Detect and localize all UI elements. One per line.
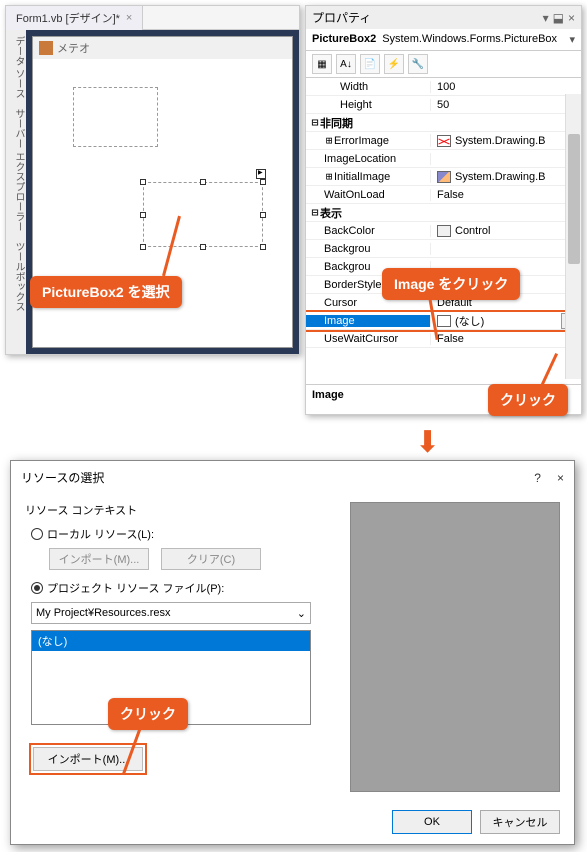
resize-handle[interactable]	[140, 212, 146, 218]
preview-area	[350, 502, 560, 792]
context-label: リソース コンテキスト	[25, 502, 336, 518]
resize-handle[interactable]	[200, 179, 206, 185]
properties-panel: プロパティ ▾ ⬓ × PictureBox2 System.Windows.F…	[305, 5, 582, 415]
prop-row: ⊞InitialImageSystem.Drawing.B	[306, 168, 581, 186]
events-icon[interactable]: ⚡	[384, 54, 404, 74]
resource-select-dialog: リソースの選択 ? × リソース コンテキスト ローカル リソース(L): イン…	[10, 460, 575, 845]
categorized-icon[interactable]: ▦	[312, 54, 332, 74]
callout-picturebox2: PictureBox2 を選択	[30, 276, 182, 308]
form-title-text: メテオ	[57, 40, 90, 56]
resize-handle[interactable]	[140, 179, 146, 185]
props-titlebar: プロパティ ▾ ⬓ ×	[306, 6, 581, 29]
move-grip[interactable]	[256, 169, 266, 179]
dialog-title: リソースの選択	[21, 469, 104, 486]
prop-row: ⊞ErrorImageSystem.Drawing.B	[306, 132, 581, 150]
object-type: System.Windows.Forms.PictureBox	[382, 33, 557, 46]
list-item-none[interactable]: (なし)	[32, 631, 310, 651]
props-object-selector[interactable]: PictureBox2 System.Windows.Forms.Picture…	[306, 29, 581, 51]
radio-project[interactable]: プロジェクト リソース ファイル(P):	[31, 580, 336, 596]
close-icon[interactable]: ×	[557, 471, 564, 485]
app-icon	[39, 41, 53, 55]
form-titlebar: メテオ	[33, 37, 292, 59]
prop-row: Height50	[306, 96, 581, 114]
picturebox1[interactable]	[73, 87, 158, 147]
dialog-left: リソース コンテキスト ローカル リソース(L): インポート(M)... クリ…	[25, 502, 336, 792]
prop-row: WaitOnLoadFalse	[306, 186, 581, 204]
initial-image-swatch	[437, 171, 451, 183]
expand-icon[interactable]: ⊞	[324, 170, 334, 183]
arrow-down-icon: ⬇	[415, 425, 440, 460]
prop-row: UseWaitCursorFalse	[306, 330, 581, 348]
dropdown-icon[interactable]: ▾	[569, 33, 575, 46]
error-image-swatch	[437, 135, 451, 147]
resource-file-select[interactable]: My Project¥Resources.resx ⌄	[31, 602, 311, 624]
dialog-footer: OK キャンセル	[392, 810, 560, 834]
props-toolbar: ▦ A↓ 📄 ⚡ 🔧	[306, 51, 581, 78]
prop-row: ImageLocation	[306, 150, 581, 168]
resize-handle[interactable]	[140, 244, 146, 250]
props-title-text: プロパティ	[312, 9, 371, 26]
ok-button[interactable]: OK	[392, 810, 472, 834]
clear-button-disabled: クリア(C)	[161, 548, 261, 570]
image-swatch	[437, 315, 451, 327]
sidebar-tabs[interactable]: データ ソース サーバー エクスプローラー ツールボックス	[6, 30, 26, 354]
collapse-icon[interactable]: ⊟	[310, 206, 320, 219]
collapse-icon[interactable]: ⊟	[310, 116, 320, 129]
close-icon[interactable]: ×	[568, 11, 575, 25]
tab-form1[interactable]: Form1.vb [デザイン]* ×	[6, 6, 143, 30]
import-button-disabled: インポート(M)...	[49, 548, 149, 570]
object-name: PictureBox2	[312, 33, 376, 46]
property-pages-icon[interactable]: 📄	[360, 54, 380, 74]
prop-row: Backgrou	[306, 240, 581, 258]
alphabetical-icon[interactable]: A↓	[336, 54, 356, 74]
resize-handle[interactable]	[260, 244, 266, 250]
tab-label: Form1.vb [デザイン]*	[16, 10, 120, 26]
category-row[interactable]: ⊟表示	[306, 204, 581, 222]
wrench-icon[interactable]: 🔧	[408, 54, 428, 74]
prop-row-image[interactable]: Image(なし)…	[306, 312, 581, 330]
callout-click2: クリック	[108, 698, 188, 730]
picturebox2[interactable]	[143, 182, 263, 247]
prop-row: BackColorControl	[306, 222, 581, 240]
radio-icon[interactable]	[31, 528, 43, 540]
color-swatch	[437, 225, 451, 237]
resize-handle[interactable]	[200, 244, 206, 250]
props-grid: Width100 Height50 ⊟非同期 ⊞ErrorImageSystem…	[306, 78, 581, 348]
category-row[interactable]: ⊟非同期	[306, 114, 581, 132]
prop-row: Width100	[306, 78, 581, 96]
chevron-down-icon[interactable]: ⌄	[297, 607, 306, 620]
pin-icon[interactable]: ⬓	[553, 11, 564, 25]
resize-handle[interactable]	[260, 212, 266, 218]
resize-handle[interactable]	[260, 179, 266, 185]
callout-image-click: Image をクリック	[382, 268, 520, 300]
radio-icon[interactable]	[31, 582, 43, 594]
close-icon[interactable]: ×	[126, 12, 132, 24]
scrollbar[interactable]	[565, 94, 581, 379]
expand-icon[interactable]: ⊞	[324, 134, 334, 147]
callout-click: クリック	[488, 384, 568, 416]
cancel-button[interactable]: キャンセル	[480, 810, 560, 834]
tab-bar: Form1.vb [デザイン]* ×	[6, 6, 299, 30]
radio-local[interactable]: ローカル リソース(L):	[31, 526, 336, 542]
scroll-thumb[interactable]	[568, 134, 580, 264]
help-icon[interactable]: ?	[534, 471, 541, 485]
dialog-titlebar: リソースの選択 ? ×	[11, 461, 574, 494]
dropdown-icon[interactable]: ▾	[543, 11, 549, 25]
